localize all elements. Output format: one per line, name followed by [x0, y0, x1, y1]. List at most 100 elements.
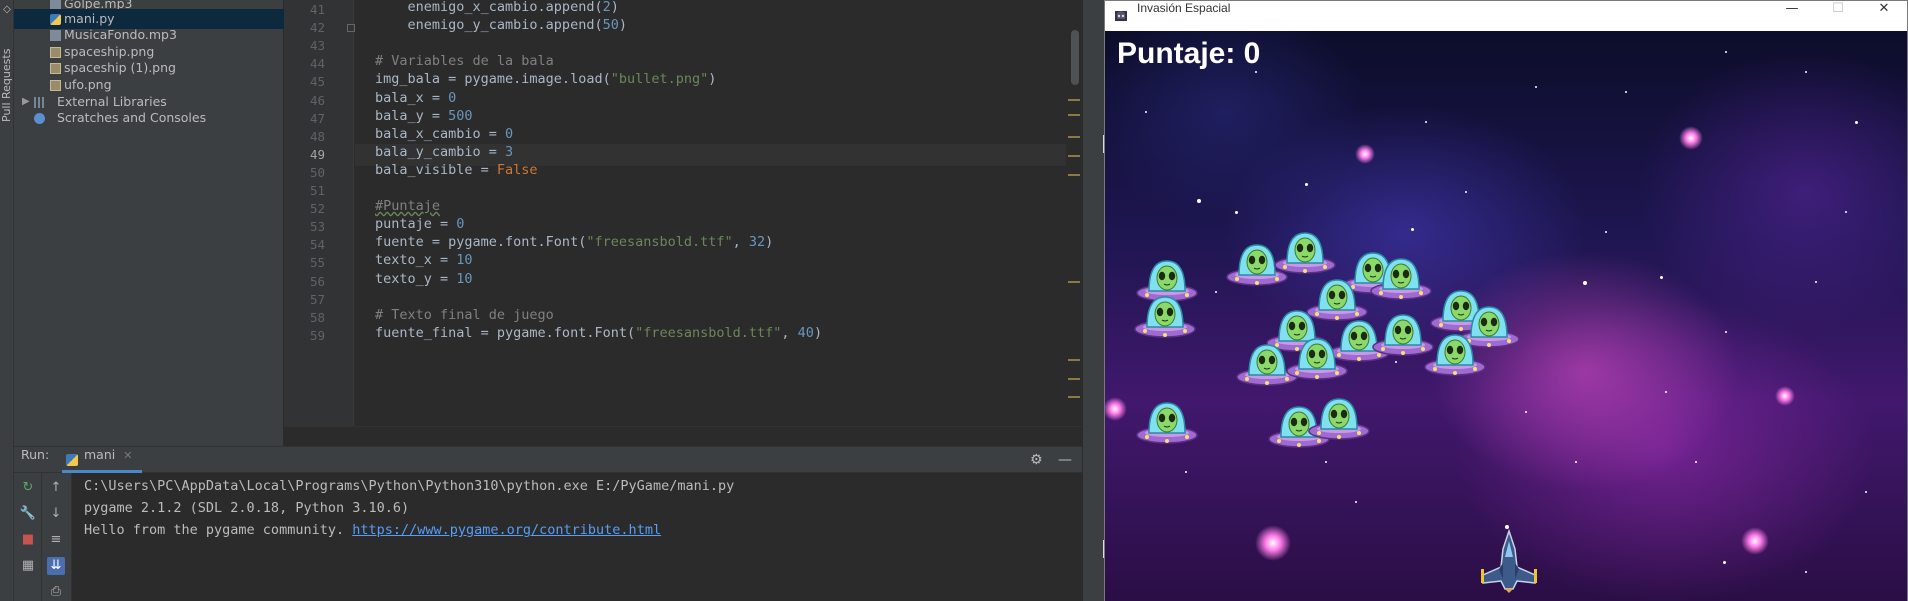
warning-marker[interactable] — [1068, 174, 1080, 176]
game-window-title: Invasión Espacial — [1137, 1, 1231, 15]
editor-bottom-bar — [284, 426, 1082, 446]
glowing-star — [1741, 527, 1769, 555]
run-panel: Run: mani ✕ ⚙ — ↻ 🔧 ■ ▦ ↑ ↓ ≡ ⇊ ⎙ C:\User… — [14, 446, 1082, 601]
star — [1465, 191, 1467, 193]
image-file-icon — [50, 63, 61, 74]
game-window[interactable]: Invasión Espacial — ☐ ✕ Puntaje: 0 — [1104, 0, 1908, 601]
star — [1805, 571, 1807, 573]
star — [1725, 331, 1727, 333]
star — [1197, 199, 1201, 203]
audio-file-icon — [50, 30, 61, 41]
python-icon — [66, 454, 78, 466]
scroll-up-icon[interactable]: ↑ — [47, 479, 65, 497]
alien-ufo-enemy — [1273, 227, 1337, 277]
star — [1865, 491, 1867, 493]
console-toolbar: ↑ ↓ ≡ ⇊ ⎙ — [42, 473, 72, 601]
star — [1215, 291, 1217, 293]
editor-scrollbar[interactable] — [1066, 0, 1082, 426]
close-tab-icon[interactable]: ✕ — [123, 449, 132, 462]
scroll-down-icon[interactable]: ↓ — [47, 505, 65, 523]
print-icon[interactable]: ⎙ — [47, 583, 65, 601]
star — [1305, 183, 1308, 186]
stop-icon[interactable]: ■ — [19, 531, 37, 549]
pygame-contribute-link[interactable]: https://www.pygame.org/contribute.html — [352, 522, 661, 538]
left-tool-strip: ◇ Pull Requests — [0, 0, 14, 601]
score-display: Puntaje: 0 — [1117, 37, 1261, 70]
code-editor[interactable]: 41 42 43 44 45 46 47 48 49 50 51 52 53 54 55 56 57 58 59 e… — [284, 0, 1082, 446]
maximize-button[interactable]: ☐ — [1815, 1, 1861, 31]
warning-marker[interactable] — [1068, 281, 1080, 283]
alien-ufo-enemy — [1307, 393, 1371, 443]
star — [1425, 121, 1427, 123]
warning-marker[interactable] — [1068, 114, 1080, 116]
alien-ufo-enemy — [1135, 397, 1199, 447]
star — [1145, 111, 1147, 113]
scroll-to-end-icon[interactable]: ⇊ — [47, 557, 65, 575]
star — [1805, 71, 1807, 73]
star — [1185, 471, 1187, 473]
glowing-star — [1355, 144, 1375, 164]
game-titlebar[interactable]: Invasión Espacial — ☐ ✕ — [1105, 1, 1907, 31]
star — [1575, 461, 1577, 463]
settings-gear-icon[interactable]: ⚙ — [1030, 447, 1043, 473]
wrench-icon[interactable]: 🔧 — [19, 505, 37, 523]
hide-panel-icon[interactable]: — — [1058, 447, 1072, 473]
minimize-button[interactable]: — — [1769, 1, 1815, 31]
star — [1695, 461, 1697, 463]
code-area[interactable]: enemigo_x_cambio.append(2) enemigo_y_cam… — [355, 0, 1082, 426]
scrollbar-thumb[interactable] — [1071, 30, 1079, 85]
star — [1855, 121, 1858, 124]
layout-icon[interactable]: ▦ — [19, 557, 37, 575]
player-spaceship — [1481, 529, 1537, 593]
alien-ufo-enemy — [1133, 291, 1197, 341]
game-canvas[interactable]: Puntaje: 0 — [1105, 31, 1907, 601]
star — [1411, 228, 1414, 231]
run-label: Run: — [21, 447, 50, 462]
glowing-star — [1679, 126, 1703, 150]
star — [1525, 411, 1527, 413]
tree-item-scratches[interactable]: Scratches and Consoles — [14, 108, 284, 128]
star — [1395, 361, 1397, 363]
glowing-star — [1255, 525, 1291, 561]
warning-marker[interactable] — [1068, 136, 1080, 138]
star — [1660, 276, 1663, 279]
run-panel-header: Run: mani ✕ ⚙ — — [14, 447, 1082, 473]
code-line[interactable]: fuente_final = pygame.font.Font("freesan… — [355, 325, 1069, 347]
star — [1235, 211, 1238, 214]
warning-marker[interactable] — [1068, 155, 1080, 157]
star — [1845, 211, 1847, 213]
star — [1605, 231, 1607, 233]
console-output[interactable]: C:\Users\PC\AppData\Local\Programs\Pytho… — [84, 475, 1074, 541]
alien-ufo-enemy — [1369, 253, 1433, 303]
line-number-gutter: 41 42 43 44 45 46 47 48 49 50 51 52 53 54 55 56 57 58 59 — [284, 0, 355, 426]
window-gap — [1082, 0, 1105, 601]
console-line: C:\Users\PC\AppData\Local\Programs\Pytho… — [84, 478, 735, 494]
pull-requests-tab[interactable]: Pull Requests — [0, 40, 14, 130]
pygame-window-icon — [1115, 11, 1127, 21]
python-file-icon — [50, 14, 61, 25]
library-icon — [34, 97, 45, 108]
commit-icon[interactable]: ◇ — [1, 4, 13, 16]
star — [1723, 561, 1726, 564]
warning-marker[interactable] — [1068, 378, 1080, 380]
image-file-icon — [50, 80, 61, 91]
star — [1725, 51, 1727, 53]
fold-icon[interactable] — [347, 24, 355, 32]
close-button[interactable]: ✕ — [1861, 1, 1907, 31]
star — [1535, 86, 1537, 88]
image-file-icon — [50, 47, 61, 58]
warning-marker[interactable] — [1068, 359, 1080, 361]
glowing-star — [1105, 397, 1127, 421]
star — [1255, 71, 1257, 73]
scratches-icon — [34, 113, 45, 124]
star — [1355, 501, 1357, 503]
project-tree: Golpe.mp3 mani.py MusicaFondo.mp3 spaces… — [14, 0, 284, 446]
run-toolbar: ↻ 🔧 ■ ▦ — [14, 473, 42, 601]
warning-marker[interactable] — [1068, 396, 1080, 398]
warning-marker[interactable] — [1068, 99, 1080, 101]
alien-ufo-enemy — [1423, 329, 1487, 379]
console-line: Hello from the pygame community. https:/… — [84, 522, 662, 538]
soft-wrap-icon[interactable]: ≡ — [47, 531, 65, 549]
run-tab-mani[interactable]: mani ✕ — [62, 447, 143, 473]
rerun-icon[interactable]: ↻ — [19, 479, 37, 497]
